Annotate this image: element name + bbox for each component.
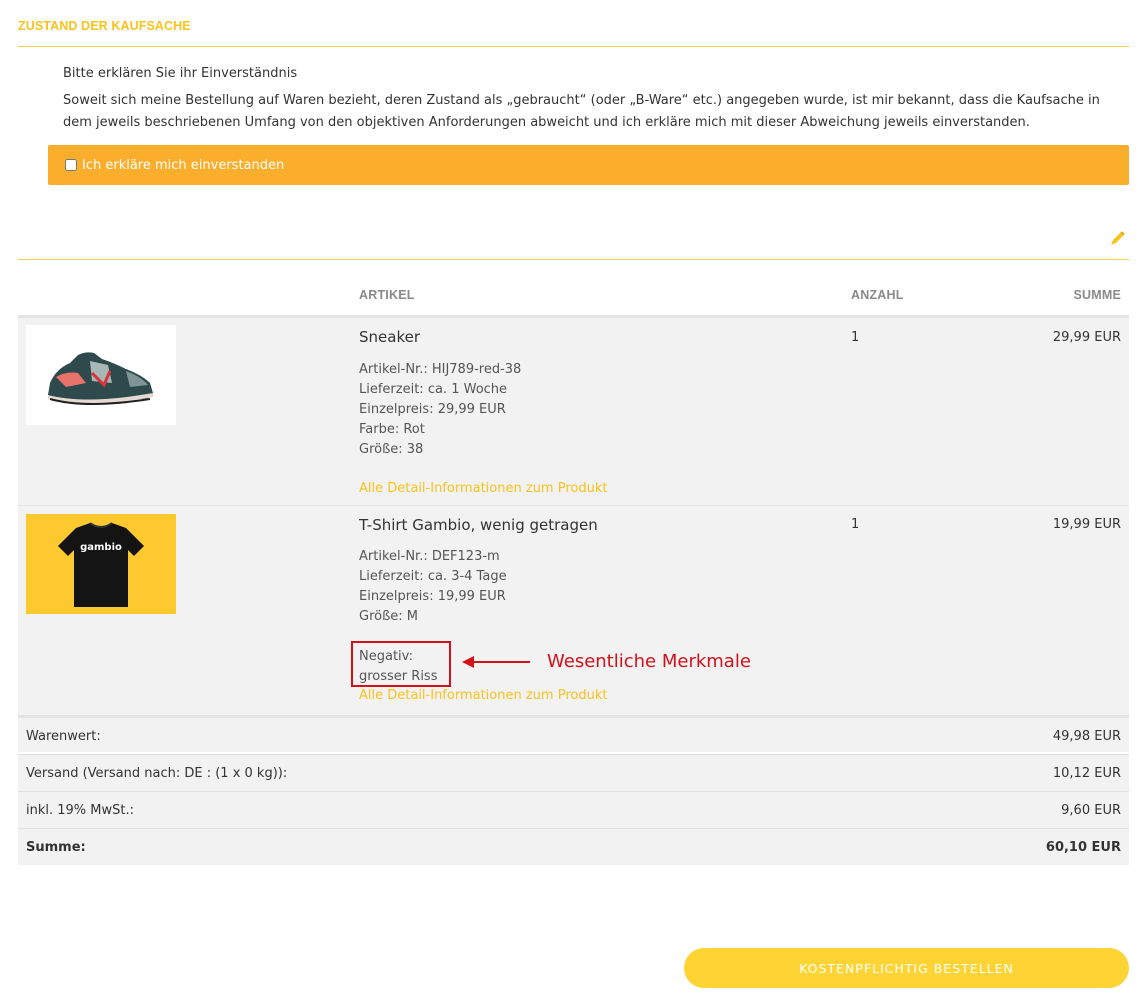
consent-text: Soweit sich meine Bestellung auf Waren b…: [63, 93, 1100, 130]
annotation-arrow-icon: [462, 656, 530, 668]
column-header-article: ARTIKEL: [359, 288, 415, 302]
cart-row-sneaker: Sneaker Artikel-Nr.: HIJ789-red-38 Liefe…: [18, 315, 1129, 505]
product-color: Farbe: Rot: [359, 422, 425, 437]
consent-checkbox[interactable]: [65, 159, 77, 171]
product-price: 29,99 EUR: [1052, 330, 1121, 345]
product-price: 19,99 EUR: [1052, 517, 1121, 532]
summary-value: 60,10 EUR: [1045, 840, 1121, 855]
annotation-label: Wesentliche Merkmale: [547, 651, 751, 672]
product-size: Größe: M: [359, 609, 419, 624]
product-image-tshirt[interactable]: gambio: [26, 514, 176, 614]
product-details: Artikel-Nr.: DEF123-m Lieferzeit: ca. 3-…: [359, 547, 507, 627]
summary-label: Warenwert:: [26, 729, 101, 744]
product-quantity: 1: [851, 517, 860, 532]
summary-label: Versand (Versand nach: DE : (1 x 0 kg)):: [26, 766, 288, 781]
product-delivery-time: Lieferzeit: ca. 1 Woche: [359, 382, 508, 397]
column-header-quantity: ANZAHL: [851, 288, 904, 302]
negative-value: grosser Riss: [359, 669, 438, 684]
product-details-link[interactable]: Alle Detail-Informationen zum Produkt: [359, 688, 607, 703]
product-image-sneaker[interactable]: [26, 325, 176, 425]
cart-divider: [18, 259, 1129, 260]
summary-row-total: Summe: 60,10 EUR: [18, 828, 1129, 865]
product-sku: Artikel-Nr.: HIJ789-red-38: [359, 362, 522, 377]
product-unit-price: Einzelpreis: 29,99 EUR: [359, 402, 506, 417]
cart-row-tshirt: gambio T-Shirt Gambio, wenig getragen Ar…: [18, 505, 1129, 715]
place-order-button[interactable]: KOSTENPFLICHTIG BESTELLEN: [684, 948, 1129, 988]
summary-value: 9,60 EUR: [1061, 803, 1121, 818]
summary-label: Summe:: [26, 840, 86, 855]
consent-bar[interactable]: Ich erkläre mich einverstanden: [48, 145, 1129, 185]
summary-value: 10,12 EUR: [1052, 766, 1121, 781]
product-details-link[interactable]: Alle Detail-Informationen zum Produkt: [359, 481, 607, 496]
product-unit-price: Einzelpreis: 19,99 EUR: [359, 589, 506, 604]
product-delivery-time: Lieferzeit: ca. 3-4 Tage: [359, 569, 507, 584]
negative-label: Negativ:: [359, 649, 414, 664]
section-divider: [18, 46, 1129, 47]
summary-row-subtotal: Warenwert: 49,98 EUR: [18, 715, 1129, 752]
product-name: Sneaker: [359, 328, 420, 346]
consent-intro: Bitte erklären Sie ihr Einverständnis: [63, 66, 298, 81]
tshirt-print-text: gambio: [80, 542, 122, 553]
consent-checkbox-label[interactable]: Ich erkläre mich einverstanden: [82, 158, 284, 173]
summary-value: 49,98 EUR: [1052, 729, 1121, 744]
column-header-sum: SUMME: [1073, 288, 1121, 302]
product-details: Artikel-Nr.: HIJ789-red-38 Lieferzeit: c…: [359, 360, 521, 460]
product-size: Größe: 38: [359, 442, 424, 457]
product-quantity: 1: [851, 330, 860, 345]
section-title-condition: ZUSTAND DER KAUFSACHE: [18, 19, 191, 33]
product-sku: Artikel-Nr.: DEF123-m: [359, 549, 500, 564]
product-negative-properties: Negativ: grosser Riss: [359, 647, 437, 687]
summary-row-tax: inkl. 19% MwSt.: 9,60 EUR: [18, 791, 1129, 828]
summary-label: inkl. 19% MwSt.:: [26, 803, 134, 818]
pencil-icon[interactable]: [1108, 230, 1126, 248]
product-name: T-Shirt Gambio, wenig getragen: [359, 516, 598, 534]
summary-row-shipping: Versand (Versand nach: DE : (1 x 0 kg)):…: [18, 754, 1129, 791]
